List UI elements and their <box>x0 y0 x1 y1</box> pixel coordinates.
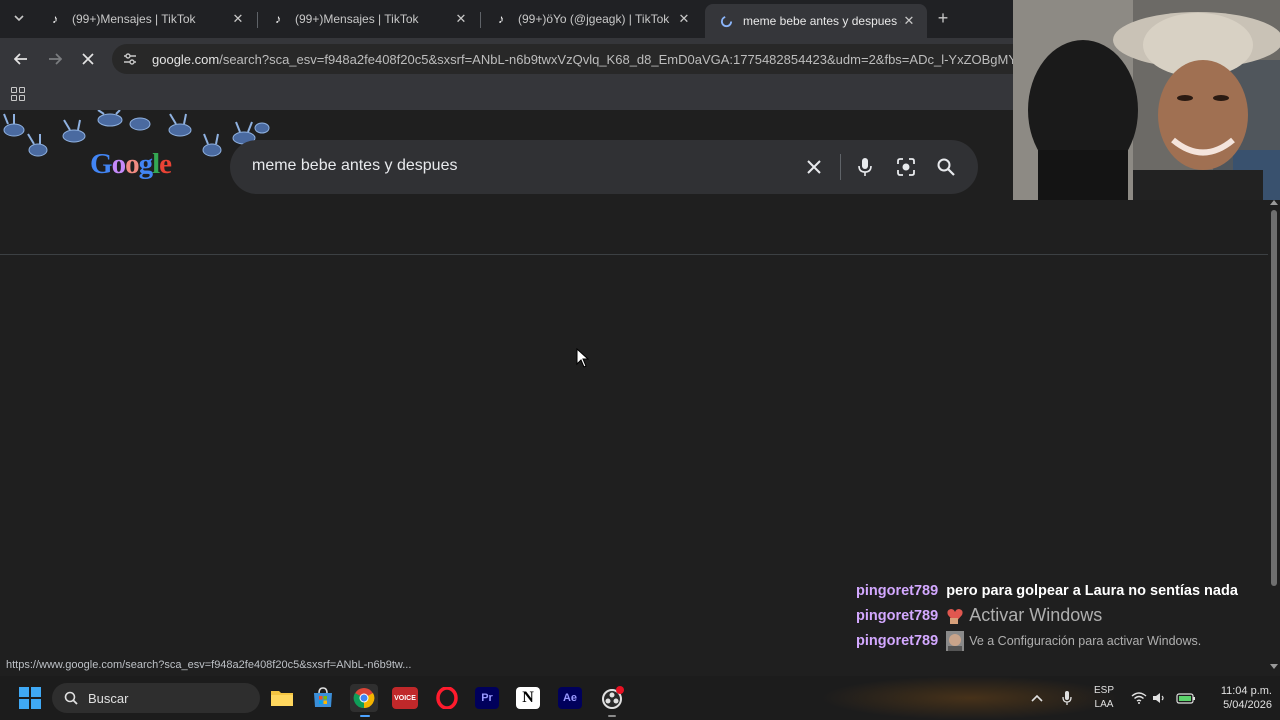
obs-icon[interactable] <box>598 684 626 712</box>
face-emote-icon <box>946 630 965 651</box>
webcam-overlay <box>1013 0 1280 200</box>
after-effects-label: Ae <box>562 692 578 704</box>
scroll-up-arrow-icon[interactable] <box>1270 200 1278 205</box>
voicemeeter-label: VOICE <box>394 694 416 702</box>
premiere-pro-icon[interactable]: Pr <box>475 687 499 709</box>
close-icon[interactable]: ✕ <box>453 11 469 27</box>
tab-title: meme bebe antes y despues - B <box>743 14 901 28</box>
active-app-indicator <box>360 715 370 717</box>
site-settings-icon[interactable] <box>122 51 138 67</box>
search-button[interactable] <box>934 155 958 179</box>
activate-windows-subtitle: Ve a Configuración para activar Windows. <box>969 633 1202 648</box>
apps-grid-icon[interactable] <box>11 87 25 101</box>
search-box[interactable]: meme bebe antes y despues <box>230 140 978 194</box>
results-divider <box>0 254 1268 255</box>
back-arrow-icon <box>14 53 27 65</box>
volume-icon[interactable] <box>1151 684 1167 712</box>
heart-hand-emote-icon <box>947 608 963 624</box>
microphone-tray-icon[interactable] <box>1058 684 1076 712</box>
clear-search-button[interactable] <box>802 155 826 179</box>
chat-message: pingoret789 pero para golpear a Laura no… <box>856 578 1276 603</box>
forward-arrow-icon <box>49 53 62 65</box>
battery-icon[interactable] <box>1175 684 1197 712</box>
tab-search-button[interactable] <box>8 7 30 29</box>
chat-message: pingoret789 Ve a Configuración para acti… <box>856 628 1276 653</box>
opera-icon[interactable] <box>433 684 461 712</box>
chat-username: pingoret789 <box>856 582 939 599</box>
chat-username: pingoret789 <box>856 607 939 624</box>
image-search-button[interactable] <box>894 155 918 179</box>
tab-google-search[interactable]: meme bebe antes y despues - B ✕ <box>705 4 927 38</box>
file-explorer-icon[interactable] <box>268 684 296 712</box>
scroll-thumb[interactable] <box>1271 210 1277 586</box>
activate-windows-title: Activar Windows <box>969 605 1103 625</box>
taskbar-search[interactable]: Buscar <box>52 683 260 713</box>
close-icon[interactable]: ✕ <box>676 11 692 27</box>
taskbar-clock[interactable]: 11:04 p.m. 5/04/2026 <box>1200 684 1272 712</box>
search-input[interactable]: meme bebe antes y despues <box>252 157 457 175</box>
chrome-icon[interactable] <box>350 684 378 712</box>
tab-title: (99+)öYo (@jgeagk) | TikTok <box>518 12 670 26</box>
tiktok-icon: ♪ <box>52 12 58 26</box>
running-app-indicator <box>608 715 616 717</box>
close-icon[interactable]: ✕ <box>230 11 246 27</box>
tiktok-icon: ♪ <box>275 12 281 26</box>
close-icon <box>807 160 821 174</box>
after-effects-icon[interactable]: Ae <box>558 687 582 709</box>
url-host: google.com <box>152 51 220 67</box>
link-status-url: https://www.google.com/search?sca_esv=f9… <box>0 657 418 675</box>
google-logo[interactable]: Google <box>90 148 172 181</box>
search-icon <box>937 158 955 176</box>
voicemeeter-icon[interactable]: VOICE <box>392 687 418 709</box>
tab-tiktok-messages-2[interactable]: ♪ (99+)Mensajes | TikTok ✕ <box>257 4 479 34</box>
notion-label: N <box>522 689 534 706</box>
premiere-label: Pr <box>481 692 493 704</box>
windows-taskbar: Buscar VOICE Pr N Ae ESP LAA 11:04 p.m. … <box>0 676 1280 720</box>
url-path: /search?sca_esv=f948a2fe408f20c5&sxsrf=A… <box>219 51 1031 67</box>
stop-loading-button[interactable] <box>77 48 99 70</box>
chat-username: pingoret789 <box>856 632 939 649</box>
tab-title: (99+)Mensajes | TikTok <box>295 12 419 26</box>
voice-search-button[interactable] <box>853 155 877 179</box>
chat-text: pero para golpear a Laura no sentías nad… <box>946 582 1238 599</box>
input-language-indicator[interactable]: ESP LAA <box>1092 684 1116 712</box>
new-tab-button[interactable]: + <box>933 8 953 28</box>
taskbar-search-label: Buscar <box>88 690 129 706</box>
clock-date: 5/04/2026 <box>1223 699 1272 711</box>
show-hidden-icons-button[interactable] <box>1028 684 1046 712</box>
screen: ♪ (99+)Mensajes | TikTok ✕ ♪ (99+)Mensaj… <box>0 0 1280 720</box>
chevron-down-icon <box>14 15 24 22</box>
scroll-down-arrow-icon[interactable] <box>1270 664 1278 669</box>
close-icon <box>82 53 94 65</box>
keyboard-layout: LAA <box>1094 699 1114 710</box>
microphone-icon <box>858 158 872 176</box>
address-url[interactable]: google.com/search?sca_esv=f948a2fe408f20… <box>152 52 1152 67</box>
tiktok-icon: ♪ <box>498 12 504 26</box>
webcam-picture <box>1013 0 1280 200</box>
stream-chat: pingoret789 pero para golpear a Laura no… <box>856 578 1276 653</box>
close-icon[interactable]: ✕ <box>901 13 917 29</box>
tab-tiktok-profile[interactable]: ♪ (99+)öYo (@jgeagk) | TikTok ✕ <box>480 4 702 34</box>
windows-start-icon[interactable] <box>19 687 41 709</box>
back-button[interactable] <box>10 48 32 70</box>
wifi-icon[interactable] <box>1130 684 1148 712</box>
forward-button[interactable] <box>44 48 66 70</box>
search-divider <box>840 154 841 180</box>
chevron-up-icon <box>1031 694 1043 702</box>
tab-title: (99+)Mensajes | TikTok <box>72 12 196 26</box>
microsoft-store-icon[interactable] <box>309 684 337 712</box>
loading-spinner-icon <box>719 14 733 28</box>
language-code: ESP <box>1093 685 1114 696</box>
mouse-cursor-icon <box>576 348 590 368</box>
search-icon <box>64 691 78 705</box>
chat-message: pingoret789 Activar Windows <box>856 603 1276 628</box>
camera-lens-icon <box>897 158 915 176</box>
notion-icon[interactable]: N <box>516 687 540 709</box>
clock-time: 11:04 p.m. <box>1220 685 1272 697</box>
tab-tiktok-messages-1[interactable]: ♪ (99+)Mensajes | TikTok ✕ <box>34 4 256 34</box>
